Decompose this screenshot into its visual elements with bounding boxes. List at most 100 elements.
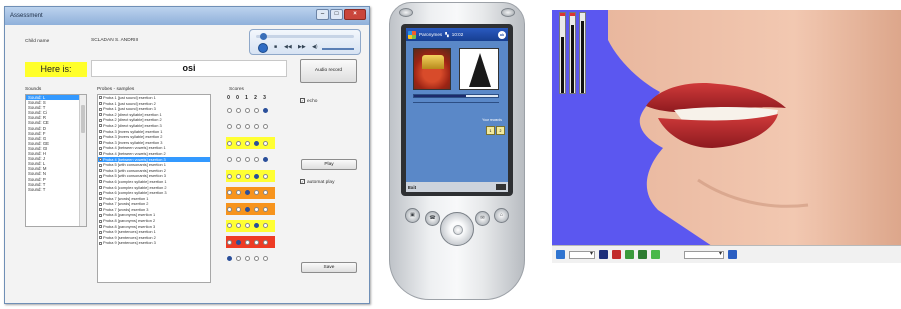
camera-icon[interactable] [599,250,608,259]
score-radio[interactable] [263,190,268,195]
checkbox-checked-icon[interactable]: ✓ [300,98,305,103]
score-radio[interactable] [245,256,250,261]
play-icon[interactable] [625,250,634,259]
stop-icon[interactable]: ■ [274,44,277,50]
score-radio[interactable] [263,223,268,228]
score-radio[interactable] [236,206,241,212]
score-radio[interactable] [227,239,232,245]
checkbox-checked-icon[interactable]: ✓ [300,179,305,184]
windows-start-icon[interactable] [408,30,416,39]
score-radio[interactable] [236,140,241,146]
score-radio[interactable] [254,140,259,146]
checkbox-icon[interactable] [99,146,102,150]
close-button[interactable]: × [344,9,366,20]
audio-record-button[interactable]: Audio record [300,59,357,83]
score-radio[interactable] [254,256,259,261]
checkbox-icon[interactable] [99,118,102,122]
score-radio[interactable] [263,124,268,129]
ok-button[interactable]: ok [498,30,506,39]
score-radio[interactable] [263,107,268,113]
player-play-icon[interactable] [258,43,268,53]
checkbox-icon[interactable] [99,96,102,100]
score-radio[interactable] [227,107,232,113]
score-radio[interactable] [236,107,241,113]
tree-image[interactable] [459,48,499,90]
checkbox-icon[interactable] [99,135,102,139]
minimize-button[interactable]: – [316,9,329,20]
slider-1[interactable] [559,12,566,94]
score-radio[interactable] [236,256,241,261]
score-radio[interactable] [254,124,259,129]
checkbox-icon[interactable] [99,102,102,106]
mode-dropdown[interactable] [569,250,595,259]
record-button-icon[interactable] [399,8,413,17]
volume-slider[interactable] [322,48,354,50]
nav-center-button[interactable] [453,225,463,235]
score-radio[interactable] [227,190,232,195]
sounds-scrollbar[interactable] [79,95,86,226]
save-button[interactable]: Save [301,262,357,273]
checkbox-icon[interactable] [99,191,102,195]
score-radio[interactable] [245,206,250,212]
score-radio[interactable] [263,173,268,179]
checkbox-icon[interactable] [99,202,102,206]
grid-icon[interactable] [638,250,647,259]
checkbox-icon[interactable] [99,141,102,145]
score-radio[interactable] [245,223,250,228]
calendar-icon[interactable]: ▣ [405,208,420,223]
score-radio[interactable] [245,190,250,195]
drop-icon[interactable] [556,250,565,259]
score-radio[interactable] [227,206,232,212]
score-radio[interactable] [254,206,259,212]
speed-dropdown[interactable] [684,250,724,259]
forward-icon[interactable]: ▶▶ [298,44,306,50]
probes-list[interactable]: Proba 1 [just sound] esertion 1 Proba 1 [… [97,94,211,283]
checkbox-icon[interactable] [99,219,102,223]
volume-icon[interactable]: ◀) [312,44,318,50]
checkbox-icon[interactable] [99,124,102,128]
score-radio[interactable] [227,140,232,146]
home-icon[interactable]: ⌂ [494,208,509,223]
score-radio[interactable] [227,173,232,179]
probe-item[interactable]: Proba 9 [sentences] esertion 3 [98,240,210,246]
reward-item[interactable]: 2 [496,126,505,135]
slider-handle[interactable] [570,13,575,16]
save-icon[interactable] [728,250,737,259]
slider-3[interactable] [579,12,586,94]
score-radio[interactable] [227,157,232,162]
seek-knob[interactable] [260,33,267,40]
score-radio[interactable] [236,223,241,228]
score-radio[interactable] [236,190,241,195]
arrow-icon[interactable] [651,250,660,259]
score-radio[interactable] [263,140,268,146]
score-radio[interactable] [245,124,250,129]
checkbox-icon[interactable] [99,241,102,245]
stop-icon[interactable] [612,250,621,259]
score-radio[interactable] [227,256,232,261]
score-radio[interactable] [245,173,250,179]
keyboard-icon[interactable] [496,184,506,190]
checkbox-icon[interactable] [99,169,102,173]
score-radio[interactable] [227,124,232,129]
maximize-button[interactable]: □ [330,9,343,20]
score-radio[interactable] [263,239,268,245]
score-radio[interactable] [227,223,232,228]
score-radio[interactable] [236,124,241,129]
checkbox-icon[interactable] [99,230,102,234]
inbox-icon[interactable]: ✉ [475,211,490,226]
reward-item[interactable]: 1 [486,126,495,135]
checkbox-icon[interactable] [99,158,102,161]
checkbox-icon[interactable] [99,197,102,201]
checkbox-icon[interactable] [99,152,102,156]
score-radio[interactable] [245,107,250,113]
score-radio[interactable] [236,157,241,162]
crown-image[interactable] [413,48,451,90]
score-radio[interactable] [236,173,241,179]
score-radio[interactable] [254,157,259,162]
score-radio[interactable] [245,140,250,146]
checkbox-icon[interactable] [99,225,102,229]
score-radio[interactable] [254,173,259,179]
checkbox-icon[interactable] [99,185,102,189]
sound-item[interactable]: Sound: T [26,187,86,192]
score-radio[interactable] [254,107,259,113]
